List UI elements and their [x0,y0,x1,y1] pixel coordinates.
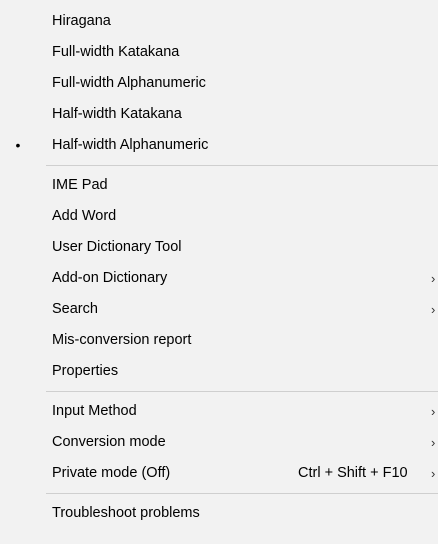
menu-item-label: Troubleshoot problems [52,505,200,521]
submenu-arrow-icon: › [431,466,436,481]
menu-separator [46,165,438,166]
menu-item-label: Full-width Alphanumeric [52,75,206,91]
ime-context-menu: Hiragana Full-width Katakana Full-width Al… [0,0,438,544]
menu-item-troubleshoot-problems[interactable]: Troubleshoot problems [0,498,438,529]
menu-item-label: Add-on Dictionary [52,270,168,286]
menu-separator [46,391,438,392]
menu-item-label: Input Method [52,403,137,419]
submenu-arrow-icon: › [431,271,436,286]
submenu-arrow-icon: › [431,404,436,419]
menu-item-ime-pad[interactable]: IME Pad [0,170,438,201]
menu-item-search[interactable]: Search › [0,294,438,325]
menu-item-shortcut: Ctrl + Shift + F10 [298,465,408,481]
menu-item-label: Mis-conversion report [52,332,192,348]
menu-item-label: Hiragana [52,13,111,29]
menu-item-hiragana[interactable]: Hiragana [0,6,438,37]
menu-item-private-mode[interactable]: Private mode (Off) Ctrl + Shift + F10 › [0,458,438,489]
menu-item-label: Full-width Katakana [52,44,180,60]
menu-item-half-width-alphanumeric[interactable]: • Half-width Alphanumeric [0,130,438,161]
menu-item-label: Search [52,301,98,317]
menu-item-input-method[interactable]: Input Method › [0,396,438,427]
menu-item-label: Add Word [52,208,117,224]
menu-item-full-width-alphanumeric[interactable]: Full-width Alphanumeric [0,68,438,99]
selected-bullet-icon: • [15,137,21,153]
menu-item-label: User Dictionary Tool [52,239,182,255]
menu-item-properties[interactable]: Properties [0,356,438,387]
menu-item-label: Half-width Alphanumeric [52,137,209,153]
menu-item-conversion-mode[interactable]: Conversion mode › [0,427,438,458]
menu-item-label: IME Pad [52,177,108,193]
menu-item-full-width-katakana[interactable]: Full-width Katakana [0,37,438,68]
menu-item-label: Private mode (Off) [52,465,171,481]
submenu-arrow-icon: › [431,302,436,317]
menu-item-half-width-katakana[interactable]: Half-width Katakana [0,99,438,130]
menu-item-user-dictionary-tool[interactable]: User Dictionary Tool [0,232,438,263]
menu-item-add-word[interactable]: Add Word [0,201,438,232]
menu-item-add-on-dictionary[interactable]: Add-on Dictionary › [0,263,438,294]
menu-item-label: Half-width Katakana [52,106,182,122]
menu-item-mis-conversion-report[interactable]: Mis-conversion report [0,325,438,356]
menu-separator [46,493,438,494]
menu-item-label: Conversion mode [52,434,166,450]
submenu-arrow-icon: › [431,435,436,450]
menu-item-label: Properties [52,363,119,379]
